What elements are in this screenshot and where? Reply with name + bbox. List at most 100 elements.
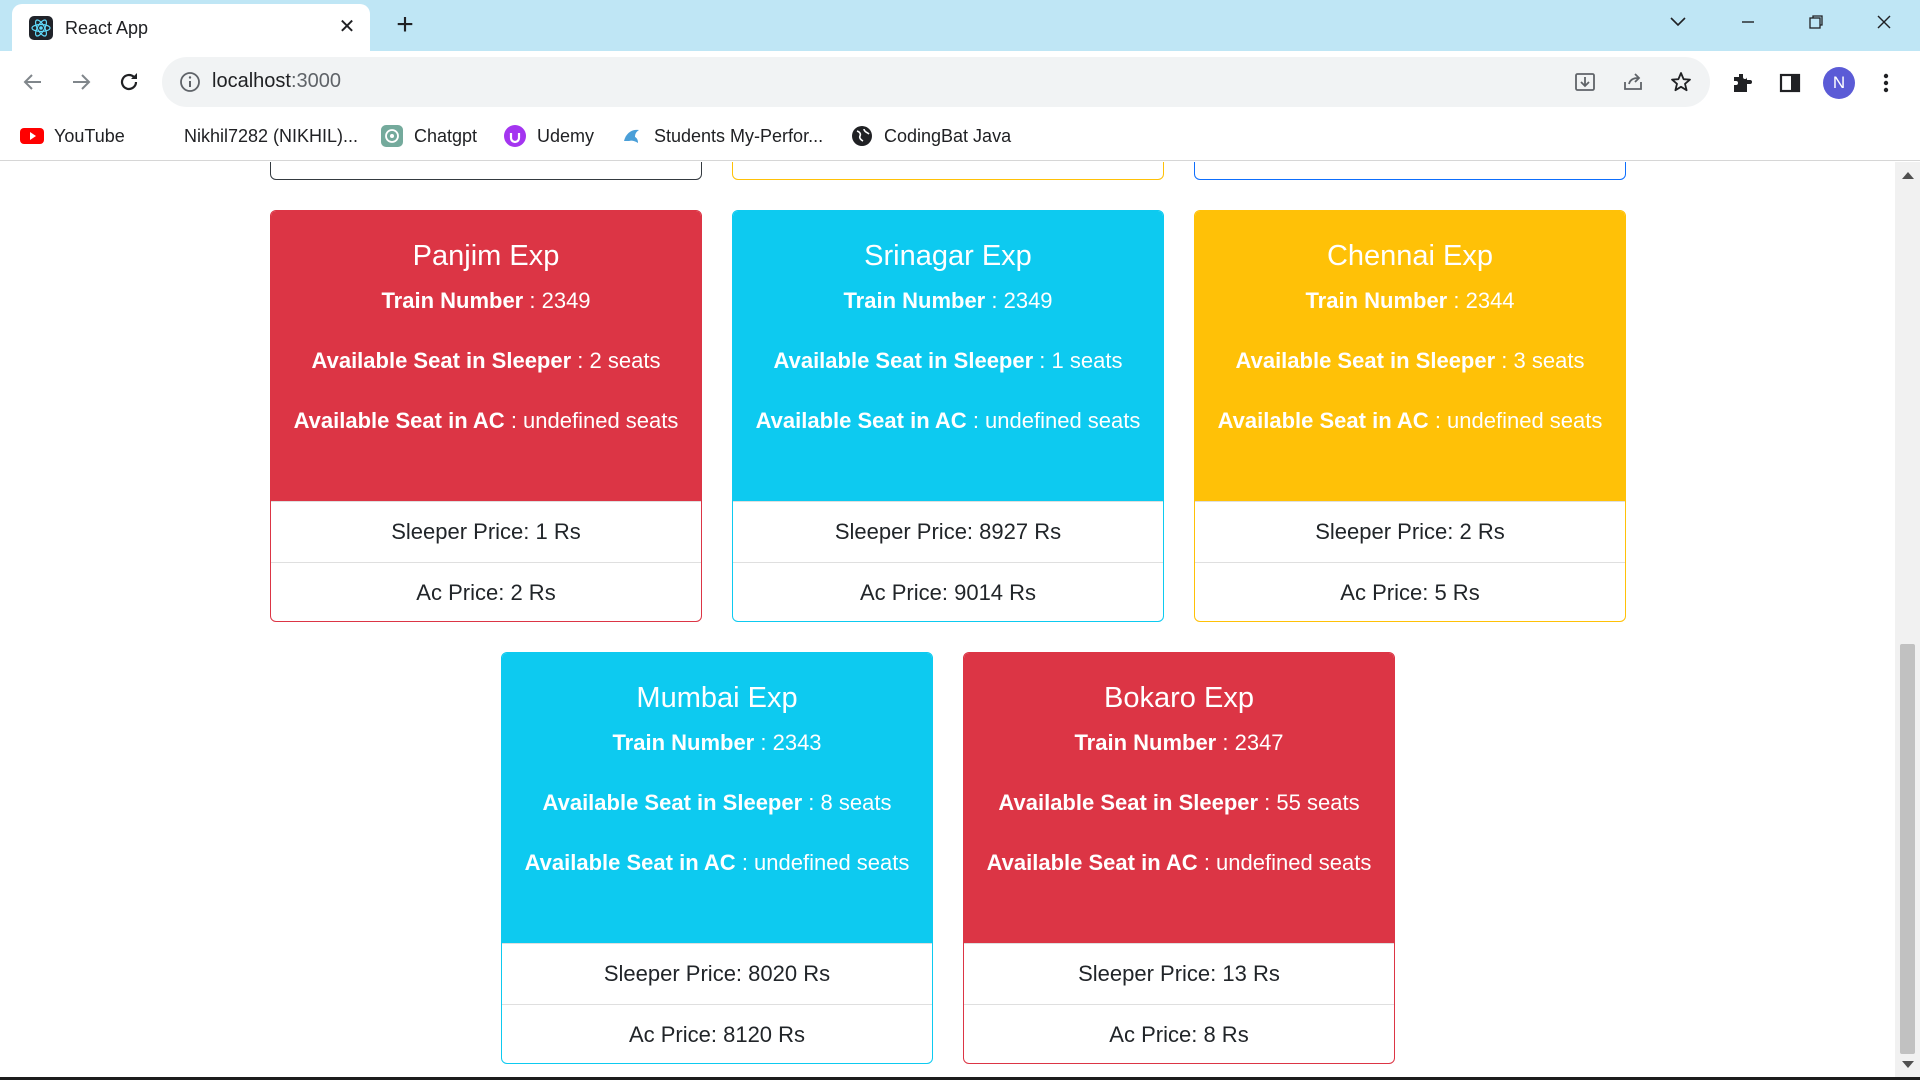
udemy-icon bbox=[503, 124, 527, 148]
ac-seat-label: Available Seat in AC bbox=[755, 408, 967, 433]
ac-seat-value: undefined seats bbox=[985, 408, 1141, 433]
browser-tab[interactable]: React App ✕ bbox=[12, 4, 370, 51]
sleeper-seat-label: Available Seat in Sleeper bbox=[542, 790, 803, 815]
card-body: Mumbai Exp Train Number : 2343 Available… bbox=[502, 653, 932, 943]
ac-seat-label: Available Seat in AC bbox=[1217, 408, 1429, 433]
bookmark-udemy[interactable]: Udemy bbox=[503, 123, 594, 149]
sleeper-price-row: Sleeper Price: 1 Rs bbox=[271, 501, 701, 562]
ac-price-value: 8120 Rs bbox=[723, 1022, 806, 1047]
install-app-icon[interactable] bbox=[1572, 69, 1598, 95]
sleeper-price-value: 2 Rs bbox=[1459, 519, 1505, 544]
bookmark-codingbat[interactable]: CodingBat Java bbox=[850, 123, 1011, 149]
train-name: Chennai Exp bbox=[1326, 240, 1494, 272]
ac-price-row: Ac Price: 8 Rs bbox=[964, 1004, 1394, 1063]
train-number-label: Train Number bbox=[612, 730, 755, 755]
site-info-icon[interactable] bbox=[179, 71, 201, 93]
card-body: Panjim Exp Train Number : 2349 Available… bbox=[271, 211, 701, 501]
ac-price-label: Ac Price: bbox=[1340, 580, 1429, 605]
tab-search-icon[interactable] bbox=[1660, 6, 1696, 38]
ac-price-row: Ac Price: 5 Rs bbox=[1195, 562, 1625, 621]
page-viewport: Panjim Exp Train Number : 2349 Available… bbox=[0, 162, 1895, 1078]
bookmark-youtube[interactable]: YouTube bbox=[20, 123, 125, 149]
scroll-thumb[interactable] bbox=[1900, 644, 1915, 1054]
sleeper-seat-value: 1 seats bbox=[1051, 348, 1123, 373]
back-arrow-icon[interactable] bbox=[16, 65, 50, 99]
sleeper-price-row: Sleeper Price: 8927 Rs bbox=[733, 501, 1163, 562]
bookmark-label: Chatgpt bbox=[414, 125, 478, 146]
sleeper-seat-label: Available Seat in Sleeper bbox=[998, 790, 1259, 815]
ac-price-value: 5 Rs bbox=[1434, 580, 1480, 605]
ac-seat-line: Available Seat in AC : undefined seats bbox=[1217, 408, 1603, 433]
url-text[interactable]: localhost:3000 bbox=[212, 70, 341, 93]
scroll-down-arrow-icon[interactable] bbox=[1902, 1061, 1914, 1068]
github-icon bbox=[150, 124, 174, 148]
train-name: Srinagar Exp bbox=[864, 240, 1032, 272]
ac-seat-label: Available Seat in AC bbox=[293, 408, 505, 433]
sleeper-seat-line: Available Seat in Sleeper : 2 seats bbox=[311, 348, 661, 373]
chatgpt-icon bbox=[380, 124, 404, 148]
ac-seat-line: Available Seat in AC : undefined seats bbox=[755, 408, 1141, 433]
restore-icon[interactable] bbox=[1798, 6, 1834, 38]
extensions-icon[interactable] bbox=[1728, 69, 1756, 97]
more-menu-icon[interactable] bbox=[1872, 69, 1900, 97]
page-scrollbar[interactable] bbox=[1895, 162, 1920, 1078]
ac-price-value: 8 Rs bbox=[1203, 1022, 1249, 1047]
close-window-icon[interactable] bbox=[1866, 6, 1902, 38]
minimize-icon[interactable] bbox=[1730, 6, 1766, 38]
train-name: Panjim Exp bbox=[412, 240, 560, 272]
scroll-up-arrow-icon[interactable] bbox=[1902, 172, 1914, 179]
bookmark-label: CodingBat Java bbox=[884, 125, 1012, 146]
train-name: Bokaro Exp bbox=[1104, 682, 1254, 714]
sleeper-price-value: 1 Rs bbox=[535, 519, 581, 544]
youtube-icon bbox=[20, 124, 44, 148]
train-card: Bokaro Exp Train Number : 2347 Available… bbox=[963, 652, 1395, 1064]
react-logo-icon bbox=[29, 16, 53, 40]
dolphin-icon bbox=[620, 124, 644, 148]
ac-seat-value: undefined seats bbox=[754, 850, 910, 875]
new-tab-button[interactable]: + bbox=[390, 10, 420, 40]
train-number-line: Train Number : 2349 bbox=[843, 288, 1053, 313]
ac-seat-value: undefined seats bbox=[523, 408, 679, 433]
bookmark-chatgpt[interactable]: Chatgpt bbox=[380, 123, 477, 149]
tab-close-icon[interactable]: ✕ bbox=[335, 15, 359, 39]
tab-strip: React App ✕ + bbox=[0, 0, 1920, 51]
sleeper-price-row: Sleeper Price: 8020 Rs bbox=[502, 943, 932, 1004]
bookmark-label: YouTube bbox=[54, 125, 125, 146]
partial-card-3 bbox=[1194, 162, 1626, 180]
sleeper-price-label: Sleeper Price: bbox=[603, 961, 743, 986]
train-number-line: Train Number : 2347 bbox=[1074, 730, 1284, 755]
sleeper-price-label: Sleeper Price: bbox=[1315, 519, 1454, 544]
card-body: Srinagar Exp Train Number : 2349 Availab… bbox=[733, 211, 1163, 501]
sleeper-seat-line: Available Seat in Sleeper : 55 seats bbox=[998, 790, 1360, 815]
globe-icon bbox=[850, 124, 874, 148]
forward-arrow-icon[interactable] bbox=[64, 65, 98, 99]
bookmark-label: Students My-Perfor... bbox=[654, 125, 824, 146]
train-number-line: Train Number : 2344 bbox=[1305, 288, 1515, 313]
url-port: :3000 bbox=[290, 70, 341, 92]
train-number-label: Train Number bbox=[381, 288, 524, 313]
train-number-label: Train Number bbox=[843, 288, 986, 313]
reload-icon[interactable] bbox=[112, 65, 146, 99]
train-number-value: 2349 bbox=[541, 288, 591, 313]
sleeper-seat-line: Available Seat in Sleeper : 8 seats bbox=[542, 790, 892, 815]
bookmark-star-icon[interactable] bbox=[1668, 69, 1694, 95]
bookmark-students[interactable]: Students My-Perfor... bbox=[620, 123, 823, 149]
ac-price-row: Ac Price: 9014 Rs bbox=[733, 562, 1163, 621]
bookmark-label: Nikhil7282 (NIKHIL)... bbox=[184, 125, 359, 146]
sleeper-seat-label: Available Seat in Sleeper bbox=[773, 348, 1034, 373]
card-body: Chennai Exp Train Number : 2344 Availabl… bbox=[1195, 211, 1625, 501]
share-icon[interactable] bbox=[1620, 69, 1646, 95]
browser-toolbar: localhost:3000 N bbox=[0, 51, 1920, 113]
sleeper-seat-value: 2 seats bbox=[589, 348, 661, 373]
sleeper-seat-line: Available Seat in Sleeper : 1 seats bbox=[773, 348, 1123, 373]
sleeper-price-value: 8020 Rs bbox=[748, 961, 831, 986]
train-card: Srinagar Exp Train Number : 2349 Availab… bbox=[732, 210, 1164, 622]
train-number-label: Train Number bbox=[1305, 288, 1448, 313]
profile-avatar[interactable]: N bbox=[1823, 67, 1855, 99]
bookmark-github[interactable]: Nikhil7282 (NIKHIL)... bbox=[150, 123, 358, 149]
ac-seat-value: undefined seats bbox=[1216, 850, 1372, 875]
side-panel-icon[interactable] bbox=[1776, 69, 1804, 97]
train-number-value: 2343 bbox=[772, 730, 822, 755]
address-bar[interactable]: localhost:3000 bbox=[162, 57, 1710, 107]
train-card: Panjim Exp Train Number : 2349 Available… bbox=[270, 210, 702, 622]
